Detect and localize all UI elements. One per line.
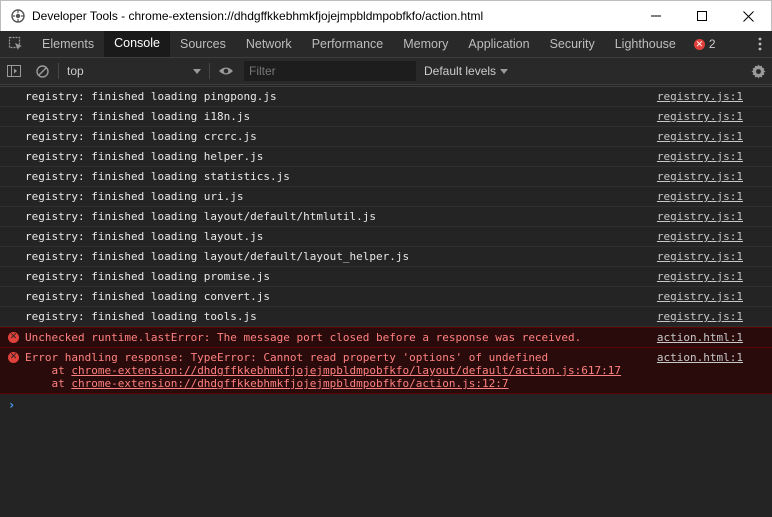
message-text: registry: finished loading layout/defaul… bbox=[25, 250, 410, 263]
console-toolbar: top Default levels bbox=[0, 58, 772, 85]
tab-memory[interactable]: Memory bbox=[393, 31, 458, 57]
console-message: registry: finished loading i18n.js regist… bbox=[0, 107, 772, 127]
message-text: registry: finished loading statistics.js bbox=[25, 170, 290, 183]
source-link[interactable]: registry.js:1 bbox=[652, 110, 772, 123]
console-message: registry: finished loading layout/defaul… bbox=[0, 247, 772, 267]
error-icon: ✕ bbox=[8, 332, 19, 343]
source-link[interactable]: registry.js:1 bbox=[652, 170, 772, 183]
console-message: registry: finished loading layout/defaul… bbox=[0, 207, 772, 227]
live-expression-eye-icon[interactable] bbox=[212, 58, 240, 85]
stack-frame: at chrome-extension://dhdgffkkebhmkfjoje… bbox=[25, 364, 652, 377]
message-text: registry: finished loading crcrc.js bbox=[25, 130, 257, 143]
error-icon: ✕ bbox=[693, 38, 705, 50]
stack-link[interactable]: chrome-extension://dhdgffkkebhmkfjojejmp… bbox=[71, 364, 621, 377]
tab-network[interactable]: Network bbox=[236, 31, 302, 57]
inspect-element-icon[interactable] bbox=[0, 31, 32, 57]
console-message: registry: finished loading uri.js registr… bbox=[0, 187, 772, 207]
source-link[interactable]: action.html:1 bbox=[652, 351, 772, 390]
settings-gear-icon[interactable] bbox=[744, 58, 772, 85]
log-levels-label: Default levels bbox=[424, 64, 497, 78]
console-error-message: ✕ Error handling response: TypeError: Ca… bbox=[0, 348, 772, 394]
message-text: registry: finished loading layout/defaul… bbox=[25, 210, 376, 223]
error-body: Error handling response: TypeError: Cann… bbox=[25, 351, 652, 390]
toolbar-divider bbox=[58, 63, 59, 79]
message-text: registry: finished loading tools.js bbox=[25, 310, 257, 323]
stack-link[interactable]: chrome-extension://dhdgffkkebhmkfjojejmp… bbox=[71, 377, 508, 390]
chevron-down-icon bbox=[193, 64, 201, 78]
message-text: registry: finished loading promise.js bbox=[25, 270, 271, 283]
source-link[interactable]: registry.js:1 bbox=[652, 310, 772, 323]
stack-prefix: at bbox=[25, 364, 72, 377]
filter-input[interactable] bbox=[244, 61, 416, 81]
tab-application[interactable]: Application bbox=[458, 31, 539, 57]
sidebar-toggle-icon[interactable] bbox=[0, 58, 28, 85]
message-text: registry: finished loading i18n.js bbox=[25, 110, 251, 123]
source-link[interactable]: registry.js:1 bbox=[652, 290, 772, 303]
tab-console[interactable]: Console bbox=[104, 31, 170, 57]
console-message: registry: finished loading pingpong.js re… bbox=[0, 87, 772, 107]
console-error-message: ✕ Unchecked runtime.lastError: The messa… bbox=[0, 327, 772, 348]
title-bar: Developer Tools - chrome-extension://dhd… bbox=[0, 0, 772, 31]
message-text: registry: finished loading helper.js bbox=[25, 150, 264, 163]
console-message: registry: finished loading statistics.js… bbox=[0, 167, 772, 187]
window-title: Developer Tools - chrome-extension://dhd… bbox=[32, 9, 484, 23]
console-message: registry: finished loading crcrc.js regis… bbox=[0, 127, 772, 147]
source-link[interactable]: registry.js:1 bbox=[652, 90, 772, 103]
tab-sources[interactable]: Sources bbox=[170, 31, 236, 57]
tab-elements[interactable]: Elements bbox=[32, 31, 104, 57]
tab-lighthouse[interactable]: Lighthouse bbox=[605, 31, 686, 57]
toolbar-divider bbox=[209, 63, 210, 79]
more-options-icon[interactable] bbox=[748, 31, 772, 57]
stack-frame: at chrome-extension://dhdgffkkebhmkfjoje… bbox=[25, 377, 652, 390]
error-icon: ✕ bbox=[8, 352, 19, 363]
source-link[interactable]: registry.js:1 bbox=[652, 230, 772, 243]
devtools-icon bbox=[10, 8, 26, 24]
tab-performance[interactable]: Performance bbox=[302, 31, 394, 57]
log-levels-dropdown[interactable]: Default levels bbox=[424, 64, 509, 78]
error-count-badge[interactable]: ✕ 2 bbox=[686, 31, 720, 57]
message-text: registry: finished loading convert.js bbox=[25, 290, 271, 303]
maximize-button[interactable] bbox=[679, 1, 725, 32]
console-prompt[interactable]: › bbox=[0, 394, 772, 412]
source-link[interactable]: registry.js:1 bbox=[652, 150, 772, 163]
source-link[interactable]: registry.js:1 bbox=[652, 190, 772, 203]
console-message: registry: finished loading helper.js regi… bbox=[0, 147, 772, 167]
source-link[interactable]: registry.js:1 bbox=[652, 250, 772, 263]
message-text: registry: finished loading uri.js bbox=[25, 190, 244, 203]
message-text: registry: finished loading layout.js bbox=[25, 230, 264, 243]
stack-prefix: at bbox=[25, 377, 72, 390]
tab-security[interactable]: Security bbox=[540, 31, 605, 57]
error-text: Error handling response: TypeError: Cann… bbox=[25, 351, 549, 364]
source-link[interactable]: registry.js:1 bbox=[652, 130, 772, 143]
message-text: registry: finished loading pingpong.js bbox=[25, 90, 277, 103]
devtools-tab-bar: Elements Console Sources Network Perform… bbox=[0, 31, 772, 58]
source-link[interactable]: action.html:1 bbox=[652, 331, 772, 344]
console-message: registry: finished loading convert.js reg… bbox=[0, 287, 772, 307]
console-messages: registry: finished loading pingpong.js re… bbox=[0, 86, 772, 517]
close-button[interactable] bbox=[725, 1, 771, 32]
console-message: registry: finished loading promise.js reg… bbox=[0, 267, 772, 287]
clear-console-icon[interactable] bbox=[28, 58, 56, 85]
context-selector[interactable]: top bbox=[61, 61, 207, 81]
error-count: 2 bbox=[708, 37, 716, 51]
prompt-chevron-icon: › bbox=[8, 397, 16, 412]
error-text: Unchecked runtime.lastError: The message… bbox=[25, 331, 582, 344]
source-link[interactable]: registry.js:1 bbox=[652, 210, 772, 223]
context-value: top bbox=[67, 64, 84, 78]
console-message: registry: finished loading tools.js regis… bbox=[0, 307, 772, 327]
source-link[interactable]: registry.js:1 bbox=[652, 270, 772, 283]
chevron-down-icon bbox=[500, 64, 509, 78]
minimize-button[interactable] bbox=[633, 1, 679, 32]
console-message: registry: finished loading layout.js regi… bbox=[0, 227, 772, 247]
